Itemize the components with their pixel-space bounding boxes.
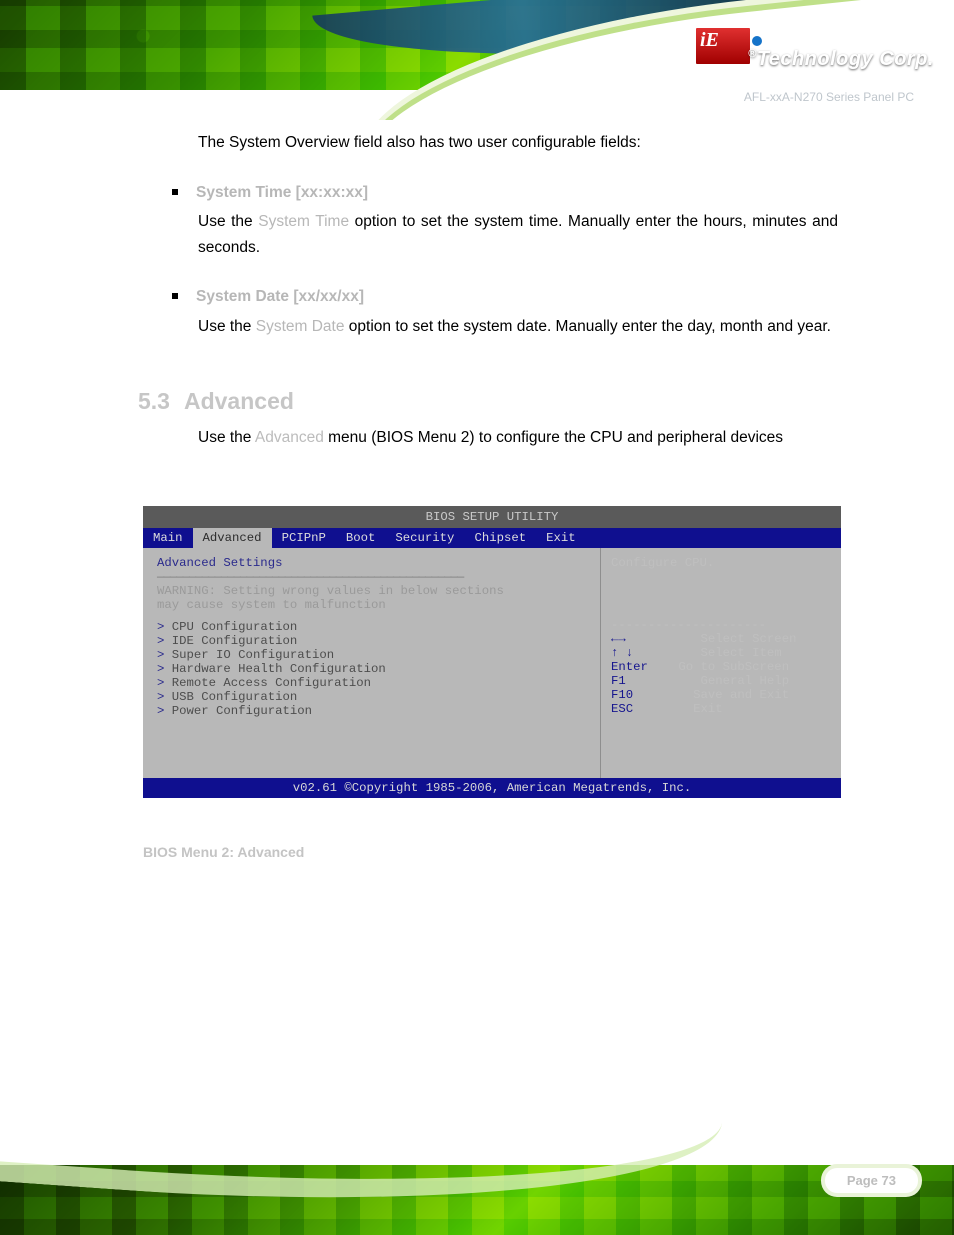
bios-item-cpu[interactable]: > CPU Configuration (157, 620, 590, 634)
bios-right-rule: --------------------- (611, 618, 831, 632)
document-title: AFL-xxA-N270 Series Panel PC (744, 90, 914, 104)
bios-key-row: Enter Go to SubScreen (611, 660, 831, 674)
bullet-label: System Time [xx:xx:xx] (196, 180, 368, 206)
logo-letter: iE (700, 30, 719, 50)
bullet-system-date: System Date [xx/xx/xx] (172, 284, 838, 310)
key-esc: ESC (611, 702, 671, 716)
txt: option to set the system date. Manually … (344, 318, 831, 335)
section-number: 5.3 (138, 388, 170, 414)
key-desc: Select Item (671, 646, 782, 660)
bios-tab-pcipnp[interactable]: PCIPnP (272, 528, 336, 548)
key-desc: Save and Exit (671, 688, 789, 702)
bios-tab-security[interactable]: Security (385, 528, 464, 548)
bios-tab-boot[interactable]: Boot (336, 528, 386, 548)
page-header-graphic: iE ®Technology Corp. AFL-xxA-N270 Series… (0, 0, 954, 120)
bullet-system-time: System Time [xx:xx:xx] (172, 180, 838, 206)
bios-item-usb[interactable]: > USB Configuration (157, 690, 590, 704)
advanced-intro: Use the Advanced menu (BIOS Menu 2) to c… (198, 425, 838, 451)
bios-item-label: CPU Configuration (172, 620, 297, 634)
bios-titlebar: BIOS SETUP UTILITY (143, 506, 841, 528)
spacer (157, 612, 590, 620)
bios-tab-row: Main Advanced PCIPnP Boot Security Chips… (143, 528, 841, 548)
key-desc: Exit (671, 702, 723, 716)
bios-tab-main[interactable]: Main (143, 528, 193, 548)
menu-advanced: Advanced (255, 429, 324, 446)
registered-mark: ® (748, 48, 757, 60)
txt: menu (BIOS Menu 2) to configure the CPU … (324, 429, 783, 446)
bios-tab-exit[interactable]: Exit (536, 528, 586, 548)
submenu-arrow-icon: > (157, 704, 172, 718)
bullet-square-icon (172, 293, 178, 299)
bios-right-pane: Configure CPU. --------------------- ←→ … (601, 548, 841, 778)
bullet-label: System Date [xx/xx/xx] (196, 284, 364, 310)
bullet-square-icon (172, 189, 178, 195)
key-desc: Select Screen (671, 632, 796, 646)
key-leftarrow-rightarrow-icon: ←→ (611, 632, 671, 646)
bullet-system-time-desc: Use the System Time option to set the sy… (198, 209, 838, 260)
submenu-arrow-icon: > (157, 620, 172, 634)
bios-item-label: Power Configuration (172, 704, 312, 718)
field-system-time: System Time (258, 213, 349, 230)
bios-item-label: USB Configuration (172, 690, 297, 704)
intro-paragraph: The System Overview field also has two u… (198, 130, 838, 156)
section-title: Advanced (184, 388, 294, 414)
bios-key-row: ESC Exit (611, 702, 831, 716)
bios-body: Advanced Settings ——————————————————————… (143, 548, 841, 778)
bios-item-ide[interactable]: > IDE Configuration (157, 634, 590, 648)
bios-screenshot: BIOS SETUP UTILITY Main Advanced PCIPnP … (143, 506, 841, 798)
bios-rule: ————————————————————————————————————————… (157, 570, 590, 584)
field-system-date: System Date (256, 318, 345, 335)
bios-item-label: Super IO Configuration (172, 648, 334, 662)
bios-item-hwhealth[interactable]: > Hardware Health Configuration (157, 662, 590, 676)
key-enter: Enter (611, 660, 671, 674)
bios-hint: Configure CPU. (611, 556, 831, 612)
bullet-system-date-desc: Use the System Date option to set the sy… (198, 314, 838, 340)
bios-item-label: IDE Configuration (172, 634, 297, 648)
key-uparrow-downarrow-icon: ↑ ↓ (611, 646, 671, 660)
bios-item-label: Hardware Health Configuration (172, 662, 386, 676)
bios-tab-advanced[interactable]: Advanced (193, 528, 272, 548)
bios-key-row: ↑ ↓ Select Item (611, 646, 831, 660)
bios-key-row: F10 Save and Exit (611, 688, 831, 702)
submenu-arrow-icon: > (157, 634, 172, 648)
submenu-arrow-icon: > (157, 690, 172, 704)
body-content: The System Overview field also has two u… (198, 130, 838, 475)
bios-left-heading: Advanced Settings (157, 556, 590, 570)
bios-left-pane: Advanced Settings ——————————————————————… (143, 548, 601, 778)
bios-footer: v02.61 ©Copyright 1985-2006, American Me… (143, 778, 841, 798)
key-desc: Go to SubScreen (671, 660, 789, 674)
bios-caption: BIOS Menu 2: Advanced (143, 844, 304, 860)
bios-warning-line2: may cause system to malfunction (157, 598, 590, 612)
bios-item-power[interactable]: > Power Configuration (157, 704, 590, 718)
bios-key-row: F1 General Help (611, 674, 831, 688)
submenu-arrow-icon: > (157, 648, 172, 662)
submenu-arrow-icon: > (157, 662, 172, 676)
submenu-arrow-icon: > (157, 676, 172, 690)
key-f10: F10 (611, 688, 671, 702)
txt: Use the (198, 429, 255, 446)
bios-tab-chipset[interactable]: Chipset (464, 528, 536, 548)
page-footer-graphic: Page 73 (0, 1115, 954, 1235)
txt: Use the (198, 318, 256, 335)
brand-name: Technology Corp. (757, 48, 934, 70)
page-number-capsule: Page 73 (825, 1168, 918, 1193)
key-f1: F1 (611, 674, 671, 688)
section-heading: 5.3 Advanced (138, 383, 838, 421)
bios-item-remote[interactable]: > Remote Access Configuration (157, 676, 590, 690)
txt: Use the (198, 213, 258, 230)
brand-text: ®Technology Corp. (748, 48, 934, 71)
bios-warning-line1: WARNING: Setting wrong values in below s… (157, 584, 590, 598)
bios-item-label: Remote Access Configuration (172, 676, 371, 690)
key-desc: General Help (671, 674, 789, 688)
bios-item-superio[interactable]: > Super IO Configuration (157, 648, 590, 662)
bios-key-row: ←→ Select Screen (611, 632, 831, 646)
